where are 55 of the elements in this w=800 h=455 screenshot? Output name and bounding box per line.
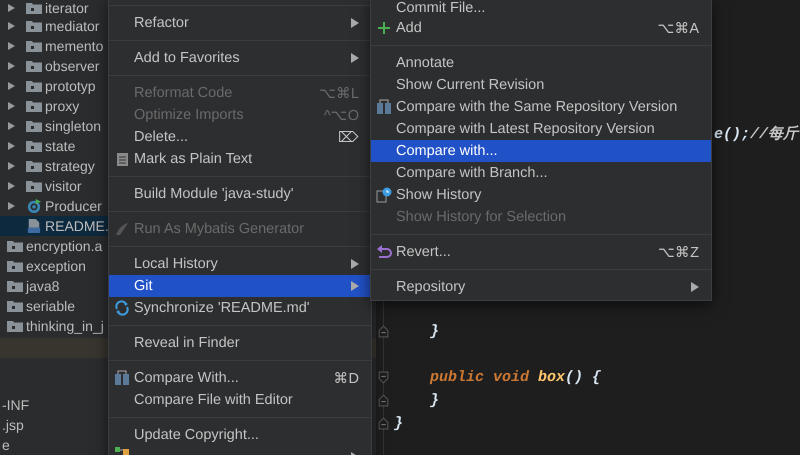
code-line: } <box>429 392 440 409</box>
tree-label: seriable <box>26 298 76 314</box>
menu-label: Compare with... <box>396 143 499 159</box>
tree-label: encryption.a <box>26 238 102 254</box>
menu-label: Add to Favorites <box>134 50 241 66</box>
tree-label: visitor <box>45 178 82 194</box>
menu-label: Mark as Plain Text <box>134 151 254 167</box>
menu-label: Optimize Imports <box>134 107 245 123</box>
tree-label: prototyp <box>45 78 96 94</box>
menu-label: Compare with the Same Repository Version <box>396 99 678 115</box>
menu-label: Show Current Revision <box>396 77 546 93</box>
tree-label: observer <box>45 58 100 74</box>
menu-label: Compare with Branch... <box>396 165 549 181</box>
shortcut-label: ⌥⌘L <box>318 84 359 102</box>
menu-label: Compare With... <box>134 370 240 386</box>
menu-label: Git <box>134 278 154 294</box>
shortcut-label: ^⌥O <box>324 106 359 124</box>
menu-label: Reformat Code <box>134 85 234 101</box>
menu-label: Compare with Latest Repository Version <box>396 121 656 137</box>
menu-label: Commit File... <box>396 0 486 16</box>
tree-label: strategy <box>45 158 95 174</box>
menu-label: Synchronize 'README.md' <box>134 300 311 316</box>
tree-label: memento <box>45 38 104 54</box>
shortcut-label: ⌦ <box>338 128 359 146</box>
tree-label: mediator <box>45 18 100 34</box>
menu-label: Refactor <box>134 15 190 31</box>
code-line: } <box>429 323 440 340</box>
menu-label: Compare File with Editor <box>134 392 294 408</box>
menu-label: Repository <box>396 279 466 295</box>
code-line: public void box() { <box>428 369 602 386</box>
menu-label: Reveal in Finder <box>134 335 241 351</box>
tree-label: exception <box>26 258 86 274</box>
menu-label: Show History for Selection <box>396 209 568 225</box>
code-line: e();//每斤 <box>714 124 798 143</box>
menu-label: Revert... <box>396 244 452 260</box>
tree-label: README. <box>45 218 109 234</box>
tree-label: proxy <box>45 98 80 114</box>
tree-label: iterator <box>45 0 89 16</box>
menu-label: Add <box>396 20 423 36</box>
menu-label: Annotate <box>396 55 456 71</box>
tree-label: thinking_in_j <box>26 318 104 334</box>
tree-label: singleton <box>45 118 102 134</box>
tree-label: java8 <box>26 278 60 294</box>
tree-label: state <box>45 138 76 154</box>
code-line: } <box>394 415 404 432</box>
menu-label: Run As Mybatis Generator <box>134 221 306 237</box>
menu-label: Build Module 'java-study' <box>134 186 294 202</box>
shortcut-label: ⌥⌘Z <box>658 244 699 260</box>
menu-label: Show History <box>396 187 482 203</box>
menu-label: Local History <box>134 256 219 272</box>
tree-label: Producer <box>45 198 102 214</box>
menu-label: Delete... <box>134 129 189 145</box>
shortcut-label: ⌘D <box>334 370 359 386</box>
shortcut-label: ⌥⌘A <box>657 20 699 36</box>
menu-label: Update Copyright... <box>134 427 260 443</box>
